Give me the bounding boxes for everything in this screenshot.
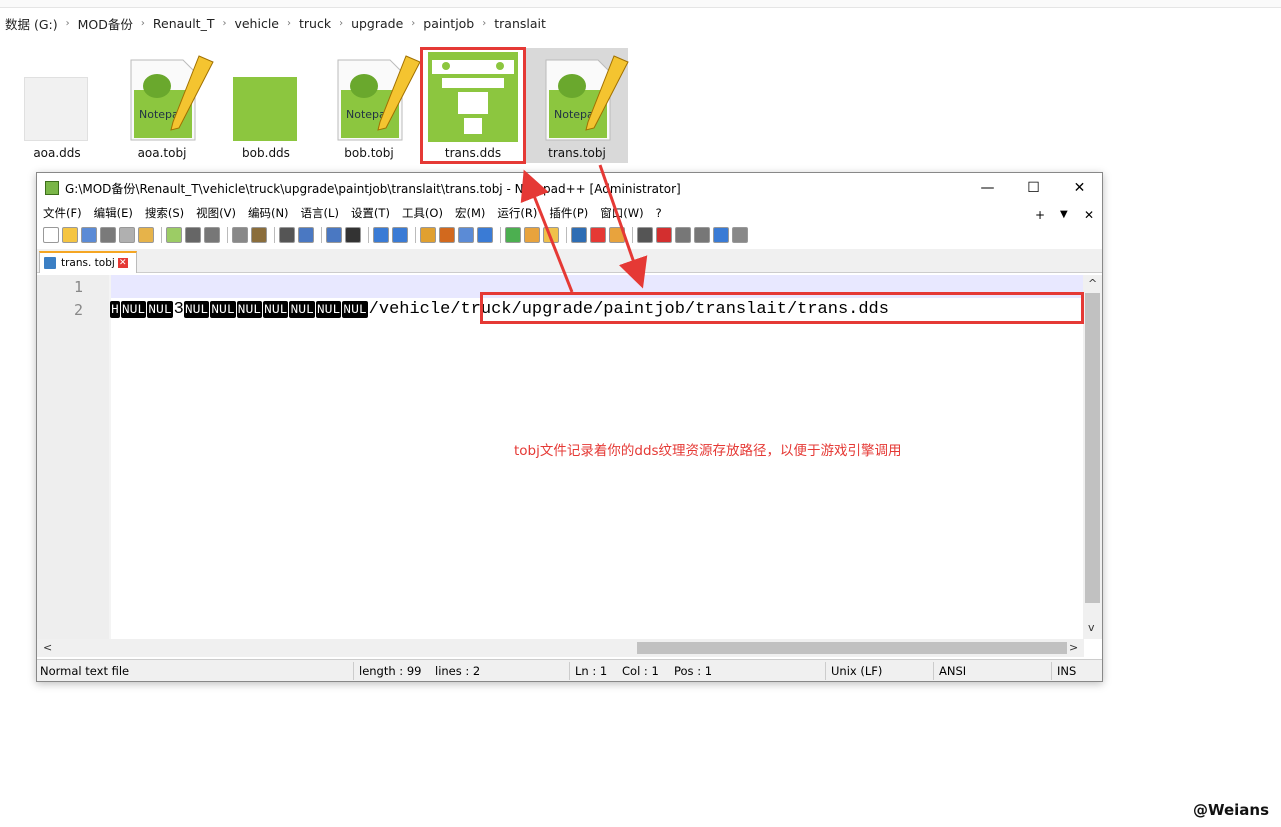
arrow-from-trans-tobj: [598, 164, 648, 289]
arrow-to-trans-dds: [520, 169, 574, 293]
annotation-arrows: [520, 164, 648, 293]
watermark: @Weians: [1192, 801, 1269, 819]
